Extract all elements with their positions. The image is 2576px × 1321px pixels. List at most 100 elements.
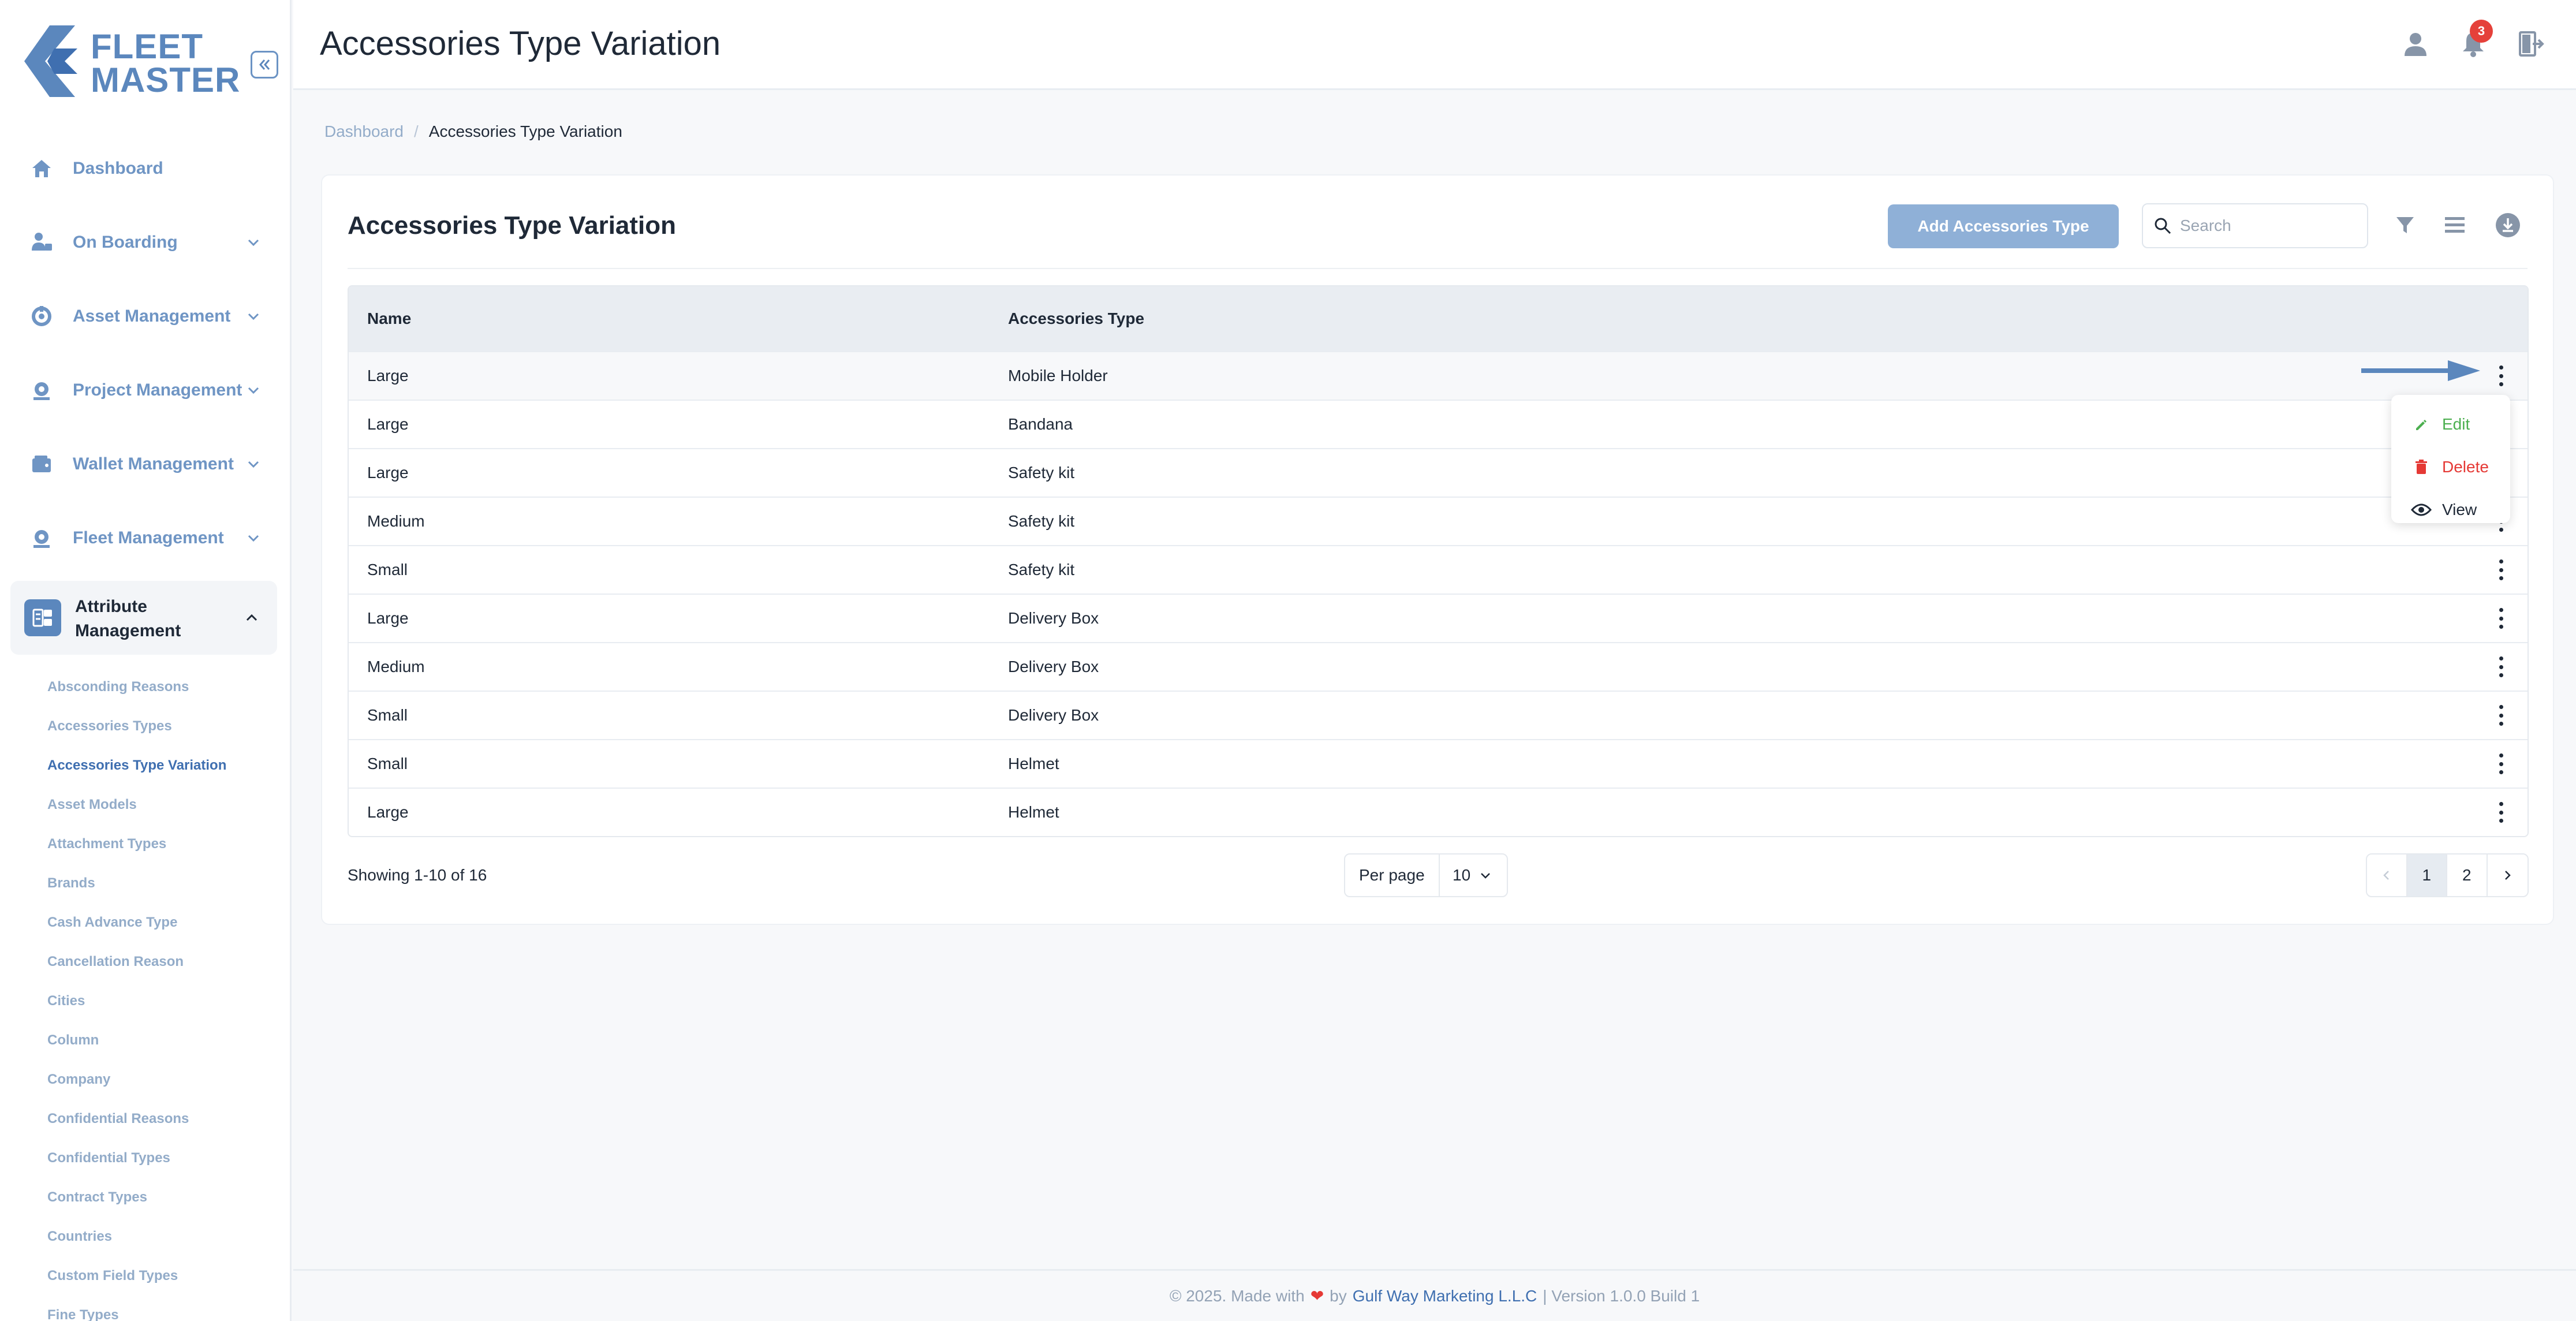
menu-item-edit[interactable]: Edit [2391,403,2510,446]
download-button[interactable] [2494,211,2522,239]
row-actions-icon[interactable] [2495,705,2507,726]
attribute-icon [24,599,61,636]
table-row[interactable]: Large Helmet [349,788,2528,836]
submenu-item-brands[interactable]: Brands [47,864,226,903]
sidebar-item-wallet-management[interactable]: Wallet Management [0,427,290,501]
table-row[interactable]: Large Safety kit [349,448,2528,497]
table-row[interactable]: Small Delivery Box [349,691,2528,739]
fleet-icon [28,524,55,552]
row-actions-icon[interactable] [2495,656,2507,677]
row-actions-icon[interactable] [2495,608,2507,629]
column-header-name[interactable]: Name [367,309,411,328]
row-actions-icon[interactable] [2495,559,2507,580]
cell-accessories-type: Safety kit [1008,512,1075,530]
add-accessories-type-button[interactable]: Add Accessories Type [1888,204,2119,248]
prev-page-button[interactable] [2367,854,2407,896]
footer: © 2025. Made with ❤ by Gulf Way Marketin… [293,1269,2576,1321]
table-row[interactable]: Large Bandana [349,400,2528,448]
per-page-select[interactable]: Per page 10 [1344,853,1508,897]
columns-button[interactable] [2441,211,2469,239]
submenu-item-cash-advance-type[interactable]: Cash Advance Type [47,903,226,942]
submenu-item-company[interactable]: Company [47,1060,226,1099]
pagination: 1 2 [2366,853,2529,897]
cell-accessories-type: Delivery Box [1008,609,1099,627]
submenu-item-accessories-types[interactable]: Accessories Types [47,707,226,746]
cell-name: Medium [367,512,425,530]
table-row[interactable]: Small Safety kit [349,545,2528,594]
sidebar-item-label: Attribute Management [75,597,181,640]
column-header-accessories-type[interactable]: Accessories Type [1008,309,1144,328]
page-button-2[interactable]: 2 [2447,854,2488,896]
cell-name: Large [367,803,409,821]
user-profile-button[interactable] [2399,28,2432,60]
pencil-icon [2411,417,2432,432]
onboarding-icon [28,229,55,256]
breadcrumb-dashboard-link[interactable]: Dashboard [324,122,404,141]
row-actions-icon[interactable] [2495,802,2507,823]
table-row[interactable]: Medium Delivery Box [349,642,2528,691]
submenu-item-absconding-reasons[interactable]: Absconding Reasons [47,667,226,707]
sidebar-item-label: Fleet Management [73,528,224,547]
submenu-item-confidential-types[interactable]: Confidential Types [47,1139,226,1178]
sidebar-item-project-management[interactable]: Project Management [0,353,290,427]
cell-name: Large [367,609,409,627]
footer-by: by [1330,1286,1347,1305]
trash-icon [2411,459,2432,475]
search-input[interactable] [2180,217,2353,235]
table-row[interactable]: Small Helmet [349,739,2528,788]
row-actions-icon[interactable] [2495,753,2507,774]
sidebar-item-label: Asset Management [73,307,231,326]
row-actions-menu: Edit Delete View [2391,395,2510,523]
submenu-item-accessories-type-variation[interactable]: Accessories Type Variation [47,746,226,785]
sidebar-item-label: Wallet Management [73,454,234,473]
filter-button[interactable] [2391,211,2419,239]
search-icon [2155,218,2171,234]
submenu-item-contract-types[interactable]: Contract Types [47,1178,226,1217]
cell-accessories-type: Safety kit [1008,561,1075,579]
submenu-item-attachment-types[interactable]: Attachment Types [47,824,226,864]
notifications-button[interactable]: 3 [2457,20,2493,60]
menu-item-view[interactable]: View [2391,488,2510,531]
eye-icon [2411,503,2432,517]
search-field[interactable] [2142,203,2368,248]
logout-button[interactable] [2515,28,2547,60]
cell-name: Small [367,561,408,579]
filter-icon [2396,217,2414,233]
chevron-up-icon [246,614,257,621]
menu-item-delete[interactable]: Delete [2391,446,2510,488]
page-button-1[interactable]: 1 [2407,854,2447,896]
sidebar-item-on-boarding[interactable]: On Boarding [0,206,290,279]
footer-company-link[interactable]: Gulf Way Marketing L.L.C [1353,1287,1537,1305]
submenu-item-fine-types[interactable]: Fine Types [47,1296,226,1321]
table-row[interactable]: Large Mobile Holder [349,351,2528,400]
submenu-item-cities[interactable]: Cities [47,982,226,1021]
breadcrumb: Dashboard / Accessories Type Variation [324,122,622,141]
row-actions-icon[interactable] [2495,365,2507,386]
annotation-arrow-icon [2361,360,2480,381]
logo-mark-icon [24,25,77,97]
chevron-down-icon [248,239,259,247]
chevron-down-icon [248,461,259,468]
sidebar-item-dashboard[interactable]: Dashboard [0,132,290,206]
next-page-button[interactable] [2488,854,2528,896]
fleet-master-logo[interactable]: FLEET MASTER [24,25,244,106]
logout-icon [2519,31,2544,57]
submenu-item-asset-models[interactable]: Asset Models [47,785,226,824]
sidebar-item-fleet-management[interactable]: Fleet Management [0,501,290,575]
submenu-item-custom-field-types[interactable]: Custom Field Types [47,1256,226,1296]
top-header: Accessories Type Variation 3 [293,0,2576,90]
cell-name: Large [367,367,409,385]
submenu-item-cancellation-reason[interactable]: Cancellation Reason [47,942,226,982]
logo-text: FLEET MASTER [91,27,241,99]
table-row[interactable]: Medium Safety kit [349,497,2528,545]
sidebar-item-attribute-management[interactable]: Attribute Management [10,581,277,655]
collapse-sidebar-button[interactable] [251,51,278,79]
sidebar-item-asset-management[interactable]: Asset Management [0,279,290,353]
submenu-item-column[interactable]: Column [47,1021,226,1060]
table-row[interactable]: Large Delivery Box [349,594,2528,642]
submenu-item-countries[interactable]: Countries [47,1217,226,1256]
submenu-item-confidential-reasons[interactable]: Confidential Reasons [47,1099,226,1139]
project-icon [28,376,55,404]
cell-accessories-type: Mobile Holder [1008,367,1108,385]
page-title: Accessories Type Variation [320,25,721,62]
